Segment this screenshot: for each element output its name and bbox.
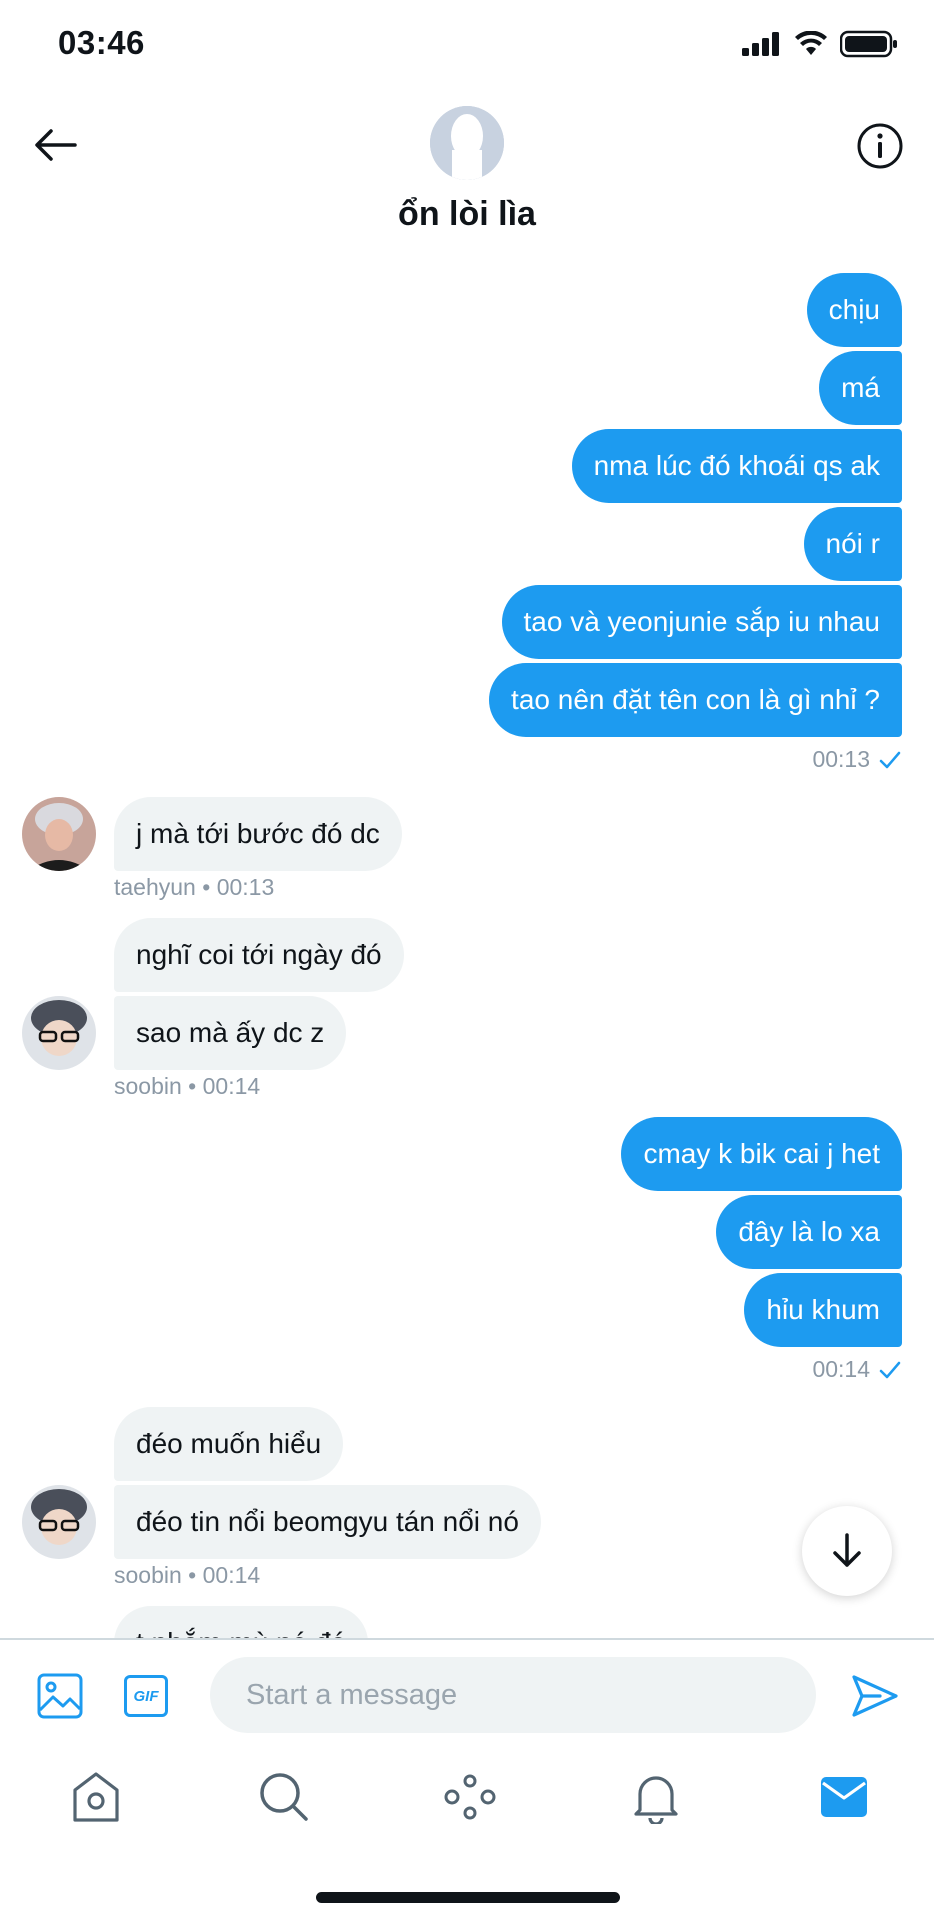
sender-name: soobin [114,1073,182,1099]
outgoing-message[interactable]: tao nên đặt tên con là gì nhỉ ? [489,663,902,737]
send-button[interactable] [848,1670,902,1722]
user-photo-icon [22,1485,96,1559]
timestamp-text: 00:13 [812,746,870,772]
message-meta: taehyun • 00:13 [114,874,275,900]
messages-icon [821,1777,867,1817]
add-gif-button[interactable]: GIF [119,1670,173,1722]
image-icon [37,1673,83,1719]
conversation-avatar[interactable] [430,106,504,180]
battery-icon [840,30,897,58]
avatar-taehyun[interactable] [22,797,96,871]
default-avatar-icon [430,106,504,180]
scroll-to-bottom-button[interactable] [802,1506,892,1596]
nav-notifications[interactable] [626,1767,686,1827]
avatar-soobin[interactable] [22,996,96,1070]
gif-label: GIF [133,1687,159,1705]
outgoing-message[interactable]: má [819,351,902,425]
home-icon [73,1772,119,1822]
status-time: 03:46 [58,24,145,61]
outgoing-message[interactable]: nói r [803,507,902,581]
message-meta: soobin • 00:14 [114,1562,261,1588]
message-timestamp: 00:13 [812,746,902,773]
info-button[interactable] [854,120,906,172]
partial-message-clip: t nhắm mù nó đó [0,1600,934,1638]
spaces-icon [444,1774,496,1820]
back-button[interactable] [28,118,82,172]
incoming-message[interactable]: t nhắm mù nó đó [114,1606,369,1638]
user-photo-icon [22,797,96,871]
status-icons [742,30,898,58]
cellular-signal-icon [742,32,779,56]
timestamp-text: 00:14 [812,1356,870,1382]
timestamp-text: 00:14 [202,1562,261,1588]
conversation-title: ổn lòi lìa [398,195,536,233]
incoming-message[interactable]: sao mà ấy dc z [114,996,347,1070]
outgoing-message[interactable]: đây là lo xa [716,1195,902,1269]
incoming-message[interactable]: đéo muốn hiểu [114,1407,344,1481]
home-indicator [316,1892,620,1903]
nav-search[interactable] [254,1767,314,1827]
outgoing-message[interactable]: chịu [806,273,902,347]
scroll-down-arrow-icon [833,1533,861,1567]
nav-home[interactable] [66,1767,126,1827]
outgoing-message[interactable]: tao và yeonjunie sắp iu nhau [501,585,902,659]
message-meta: soobin • 00:14 [114,1073,261,1099]
incoming-message[interactable]: đéo tin nổi beomgyu tán nổi nó [114,1485,541,1559]
message-timestamp: 00:14 [812,1356,902,1383]
nav-messages[interactable] [814,1767,874,1827]
wifi-icon [795,31,827,55]
incoming-message[interactable]: j mà tới bước đó dc [114,797,402,871]
search-icon [260,1773,308,1821]
outgoing-message[interactable]: hỉu khum [744,1273,902,1347]
sender-name: taehyun [114,874,196,900]
outgoing-message[interactable]: cmay k bik cai j het [621,1117,902,1191]
read-check-icon [879,1361,901,1378]
user-photo-icon [22,996,96,1070]
info-icon [857,123,903,169]
incoming-message[interactable]: nghĩ coi tới ngày đó [114,918,404,992]
add-image-button[interactable] [34,1670,86,1722]
avatar-soobin[interactable] [22,1485,96,1559]
timestamp-text: 00:13 [216,874,275,900]
notifications-icon [634,1776,678,1824]
gif-icon: GIF [124,1675,168,1717]
send-icon [852,1675,898,1717]
nav-spaces[interactable] [440,1767,500,1827]
sender-name: soobin [114,1562,182,1588]
outgoing-message[interactable]: nma lúc đó khoái qs ak [571,429,902,503]
message-input[interactable] [210,1657,816,1733]
composer-divider [0,1638,934,1640]
read-check-icon [879,751,901,768]
timestamp-text: 00:14 [202,1073,261,1099]
back-arrow-icon [35,129,77,161]
